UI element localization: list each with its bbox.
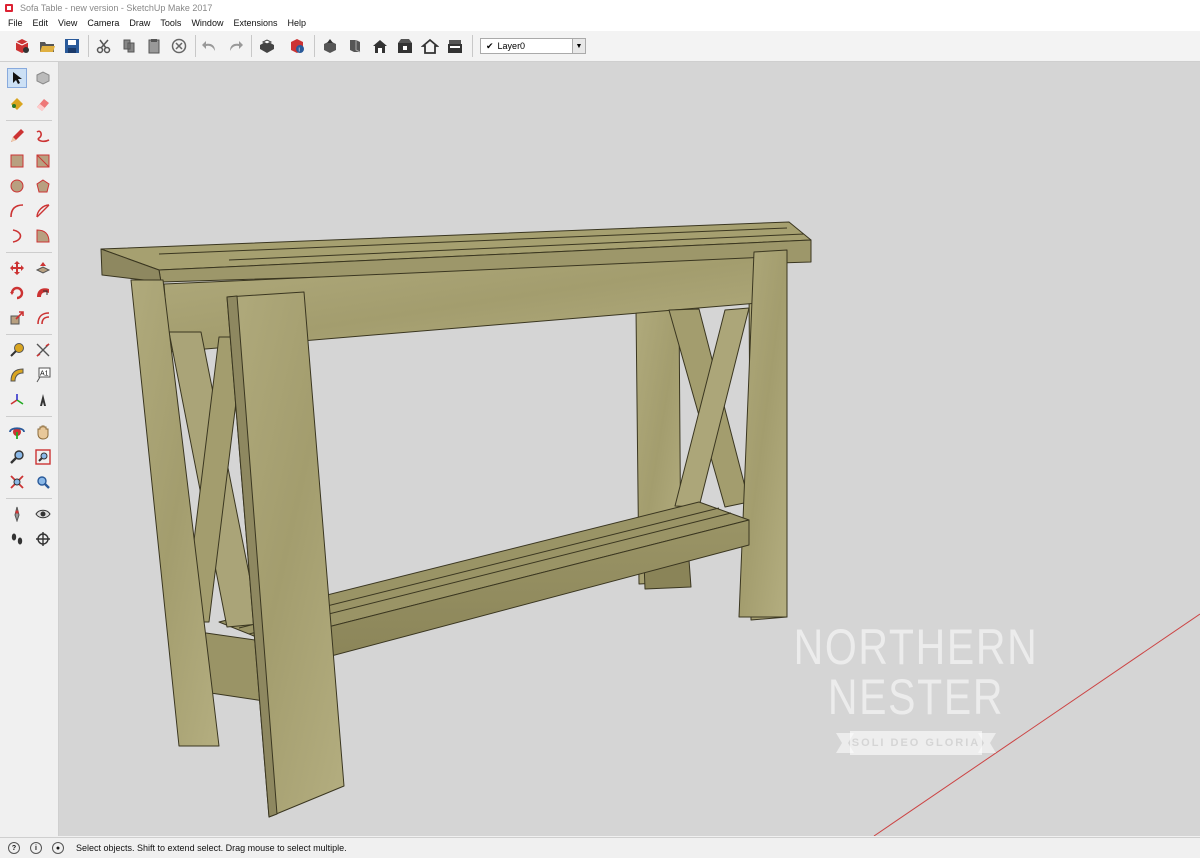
credits-info-icon[interactable]: i [30, 842, 42, 854]
menu-bar: File Edit View Camera Draw Tools Window … [0, 15, 1200, 31]
print-icon[interactable] [257, 36, 277, 56]
paint-bucket-icon[interactable] [7, 94, 27, 114]
checkmark-icon: ✔ [486, 40, 494, 51]
right-view-icon[interactable] [395, 36, 415, 56]
undo-icon[interactable] [200, 36, 220, 56]
rotated-rectangle-icon[interactable] [33, 151, 53, 171]
zoom-window-icon[interactable] [33, 447, 53, 467]
cut-scissors-icon[interactable] [94, 36, 114, 56]
menu-extensions[interactable]: Extensions [228, 18, 282, 28]
push-pull-icon[interactable] [33, 258, 53, 278]
watermark-title: NORTHERN NESTER [793, 619, 1039, 725]
main-toolbar: i [0, 31, 1200, 62]
title-bar: Sofa Table - new version - SketchUp Make… [0, 0, 1200, 15]
status-bar: ? i ● Select objects. Shift to extend se… [0, 837, 1200, 858]
copy-icon[interactable] [119, 36, 139, 56]
save-disk-icon[interactable] [62, 36, 82, 56]
offset-icon[interactable] [33, 308, 53, 328]
iso-view-icon[interactable] [320, 36, 340, 56]
geo-location-icon[interactable]: ? [8, 842, 20, 854]
tape-measure-icon[interactable] [7, 340, 27, 360]
palette-separator [6, 252, 52, 253]
rectangle-icon[interactable] [7, 151, 27, 171]
dimension-icon[interactable] [33, 340, 53, 360]
palette-separator [6, 416, 52, 417]
freehand-icon[interactable] [33, 126, 53, 146]
protractor-icon[interactable] [7, 365, 27, 385]
window-title: Sofa Table - new version - SketchUp Make… [20, 2, 213, 13]
user-account-icon[interactable]: ● [52, 842, 64, 854]
back-view-icon[interactable] [420, 36, 440, 56]
make-component-icon[interactable] [33, 68, 53, 88]
palette-separator [6, 498, 52, 499]
menu-draw[interactable]: Draw [124, 18, 155, 28]
pan-hand-icon[interactable] [33, 422, 53, 442]
select-arrow-icon[interactable] [7, 68, 27, 88]
section-plane-icon[interactable] [33, 529, 53, 549]
menu-camera[interactable]: Camera [82, 18, 124, 28]
axes-icon[interactable] [7, 390, 27, 410]
toolbar-separator [472, 35, 473, 57]
sketchup-app-icon [5, 3, 13, 12]
menu-file[interactable]: File [0, 18, 28, 28]
top-view-icon[interactable] [345, 36, 365, 56]
northern-nester-watermark: NORTHERN NESTER SOLI DEO GLORIA [760, 622, 1072, 756]
scale-icon[interactable] [7, 308, 27, 328]
toolbar-separator [88, 35, 89, 57]
position-camera-icon[interactable] [7, 504, 27, 524]
toolbar-separator [314, 35, 315, 57]
palette-separator [6, 120, 52, 121]
move-icon[interactable] [7, 258, 27, 278]
menu-window[interactable]: Window [186, 18, 228, 28]
model-info-icon[interactable]: i [287, 36, 307, 56]
front-view-icon[interactable] [370, 36, 390, 56]
left-view-icon[interactable] [445, 36, 465, 56]
orbit-icon[interactable] [7, 422, 27, 442]
menu-view[interactable]: View [53, 18, 82, 28]
rotate-icon[interactable] [7, 283, 27, 303]
menu-edit[interactable]: Edit [28, 18, 54, 28]
follow-me-icon[interactable] [33, 283, 53, 303]
erase-circle-x-icon[interactable] [169, 36, 189, 56]
redo-icon[interactable] [225, 36, 245, 56]
left-tool-palette: A1 [0, 62, 59, 836]
new-model-icon[interactable] [12, 36, 32, 56]
watermark-banner: SOLI DEO GLORIA [836, 730, 996, 756]
polygon-icon[interactable] [33, 176, 53, 196]
palette-separator [6, 334, 52, 335]
3d-text-icon[interactable] [33, 390, 53, 410]
layer-dropdown[interactable]: ✔ Layer0 ▼ [480, 38, 586, 54]
circle-icon[interactable] [7, 176, 27, 196]
arc-icon[interactable] [7, 201, 27, 221]
svg-text:i: i [299, 48, 300, 54]
zoom-extents-icon[interactable] [7, 472, 27, 492]
zoom-magnifier-icon[interactable] [7, 447, 27, 467]
layer-dropdown-value: Layer0 [497, 41, 526, 51]
toolbar-separator [195, 35, 196, 57]
menu-help[interactable]: Help [282, 18, 311, 28]
open-folder-icon[interactable] [37, 36, 57, 56]
previous-view-icon[interactable] [33, 472, 53, 492]
menu-tools[interactable]: Tools [155, 18, 186, 28]
watermark-banner-text: SOLI DEO GLORIA [851, 737, 981, 749]
chevron-down-icon[interactable]: ▼ [572, 39, 585, 53]
toolbar-separator [251, 35, 252, 57]
walk-footprints-icon[interactable] [7, 529, 27, 549]
line-pencil-icon[interactable] [7, 126, 27, 146]
two-point-arc-icon[interactable] [33, 201, 53, 221]
eraser-icon[interactable] [33, 94, 53, 114]
svg-text:A1: A1 [40, 371, 49, 378]
paste-icon[interactable] [144, 36, 164, 56]
status-message: Select objects. Shift to extend select. … [76, 843, 347, 853]
three-point-arc-icon[interactable] [7, 226, 27, 246]
pie-icon[interactable] [33, 226, 53, 246]
look-around-eye-icon[interactable] [33, 504, 53, 524]
text-label-icon[interactable]: A1 [33, 365, 53, 385]
